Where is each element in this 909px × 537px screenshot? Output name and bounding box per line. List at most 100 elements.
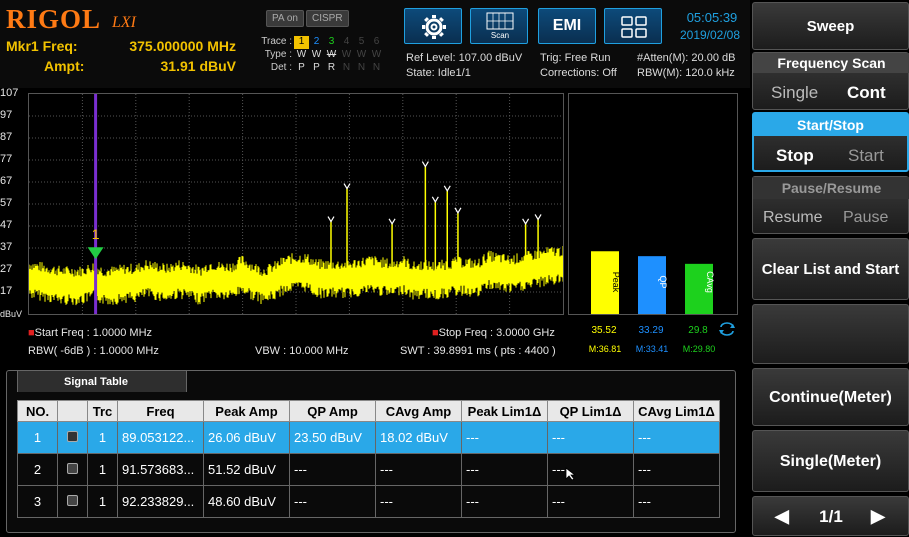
pa-on-badge[interactable]: PA on — [266, 10, 304, 27]
table-cell: --- — [289, 485, 376, 518]
trace-label: Trace : — [261, 36, 292, 47]
row-checkbox[interactable] — [67, 431, 78, 442]
settings-button[interactable] — [404, 8, 462, 44]
gear-icon — [422, 15, 446, 39]
scan-single-option[interactable]: Single — [771, 83, 818, 103]
signal-table-tab[interactable]: Signal Table — [17, 370, 187, 392]
table-cell: --- — [633, 453, 720, 486]
pause-resume-head: Pause/Resume — [753, 177, 909, 199]
y-tick-label: 97 — [0, 109, 13, 121]
trace-det-3: R — [327, 62, 336, 73]
cispr-badge[interactable]: CISPR — [306, 10, 349, 27]
resume-option[interactable]: Resume — [763, 209, 823, 227]
table-row[interactable]: 3 1 92.233829... 48.60 dBuV --- --- --- --- --- — [17, 485, 720, 518]
prev-page-icon[interactable]: ◀ — [775, 506, 789, 527]
trace-panel: Trace :123456 Type :WWWWWW Det :PPRNNN — [254, 36, 384, 75]
column-header[interactable]: Freq — [117, 400, 204, 422]
table-cell: 18.02 dBuV — [375, 421, 462, 454]
trace-type-2: W — [311, 49, 322, 60]
clock-date: 2019/02/08 — [679, 28, 741, 42]
column-header[interactable]: CAvg Lim1Δ — [633, 400, 720, 422]
sweep-title: Sweep — [752, 2, 909, 50]
pause-option[interactable]: Pause — [843, 209, 888, 227]
lxi-logo: LXI — [112, 14, 136, 31]
peak-marker — [327, 216, 335, 270]
y-tick-label: 47 — [0, 219, 13, 231]
row-checkbox[interactable] — [67, 463, 78, 474]
clear-list-and-start-button[interactable]: Clear List and Start — [752, 238, 909, 300]
pause-resume-key[interactable]: Pause/Resume Resume Pause — [752, 176, 909, 234]
page-navigator: ◀ 1/1 ▶ — [752, 496, 909, 536]
meter-panel: Peak QP CAvg — [568, 93, 738, 315]
marker-triangle[interactable] — [87, 247, 104, 260]
marker-ampt-value: 31.91 dBuV — [160, 58, 236, 74]
scan-cont-option[interactable]: Cont — [847, 83, 886, 103]
frequency-scan-key[interactable]: Frequency Scan Single Cont — [752, 52, 909, 110]
spectrum-svg: 1 — [28, 94, 564, 314]
atten-status: #Atten(M): 20.00 dB — [637, 52, 736, 64]
start-option[interactable]: Start — [848, 146, 884, 166]
table-cell: 92.233829... — [117, 485, 204, 518]
signal-table: NO. Trc Freq Peak Amp QP Amp CAvg Amp Peak Lim… — [17, 400, 720, 518]
table-cell: 51.52 dBuV — [203, 453, 290, 486]
trace-number-5: 5 — [358, 36, 365, 47]
y-tick-label: 77 — [0, 153, 13, 165]
refresh-icon[interactable] — [718, 322, 736, 336]
table-cell — [57, 453, 88, 486]
y-unit-label: dBuV — [0, 309, 23, 319]
state-status: State: Idle1/1 — [406, 67, 471, 79]
trace-det-4: N — [342, 62, 351, 73]
stop-option[interactable]: Stop — [776, 146, 814, 166]
single-meter-button[interactable]: Single(Meter) — [752, 430, 909, 492]
corrections-status: Corrections: Off — [540, 67, 617, 79]
column-header[interactable]: QP Lim1Δ — [547, 400, 634, 422]
table-cell: --- — [547, 453, 634, 486]
trace-type-1: W — [296, 49, 307, 60]
column-header[interactable]: CAvg Amp — [375, 400, 462, 422]
table-cell: --- — [633, 485, 720, 518]
continue-meter-button[interactable]: Continue(Meter) — [752, 368, 909, 426]
column-header[interactable] — [57, 400, 88, 422]
spectrum-plot[interactable]: 1 — [28, 93, 564, 315]
peak-marker — [421, 161, 429, 271]
trace-det-5: N — [357, 62, 366, 73]
trace-number-2: 2 — [313, 36, 320, 47]
table-cell: --- — [547, 485, 634, 518]
peak-marker — [443, 185, 451, 270]
row-checkbox[interactable] — [67, 495, 78, 506]
rigol-logo: RIGOL — [6, 4, 102, 34]
trace-number-3: 3 — [328, 36, 335, 47]
trace-number-1: 1 — [294, 36, 309, 49]
column-header[interactable]: QP Amp — [289, 400, 376, 422]
layout-button[interactable] — [604, 8, 662, 44]
table-row[interactable]: 2 1 91.573683... 51.52 dBuV --- --- --- --- --- — [17, 453, 720, 486]
table-cell: 23.50 dBuV — [289, 421, 376, 454]
start-freq-text: Start Freq : 1.0000 MHz — [34, 327, 153, 339]
column-header[interactable]: NO. — [17, 400, 58, 422]
meter-svg: Peak QP CAvg — [591, 251, 715, 314]
scan-label: Scan — [490, 31, 510, 40]
trace-det-6: N — [372, 62, 381, 73]
peak-marker — [431, 196, 439, 273]
emi-button[interactable]: EMI — [538, 8, 596, 44]
column-header[interactable]: Peak Amp — [203, 400, 290, 422]
y-tick-label: 57 — [0, 197, 13, 209]
meter-value: 35.52 — [591, 325, 617, 336]
table-cell: 89.053122... — [117, 421, 204, 454]
table-cell: 48.60 dBuV — [203, 485, 290, 518]
meter-bar-label: QP — [658, 275, 668, 288]
table-cell: --- — [461, 485, 548, 518]
scan-button[interactable]: Scan — [470, 8, 528, 44]
table-cell: --- — [547, 421, 634, 454]
start-stop-key[interactable]: Start/Stop Stop Start — [752, 112, 909, 172]
frequency-scan-head: Frequency Scan — [753, 53, 909, 73]
rbw-setting: RBW( -6dB ) : 1.0000 MHz — [28, 345, 159, 357]
next-page-icon[interactable]: ▶ — [871, 506, 885, 527]
trace-type-6: W — [371, 49, 382, 60]
table-row[interactable]: 1 1 89.053122... 26.06 dBuV 23.50 dBuV 18.02 … — [17, 421, 720, 454]
meter-value: 33.29 — [638, 325, 664, 336]
table-cell: --- — [289, 453, 376, 486]
column-header[interactable]: Peak Lim1Δ — [461, 400, 548, 422]
table-cell: --- — [375, 485, 462, 518]
column-header[interactable]: Trc — [87, 400, 118, 422]
